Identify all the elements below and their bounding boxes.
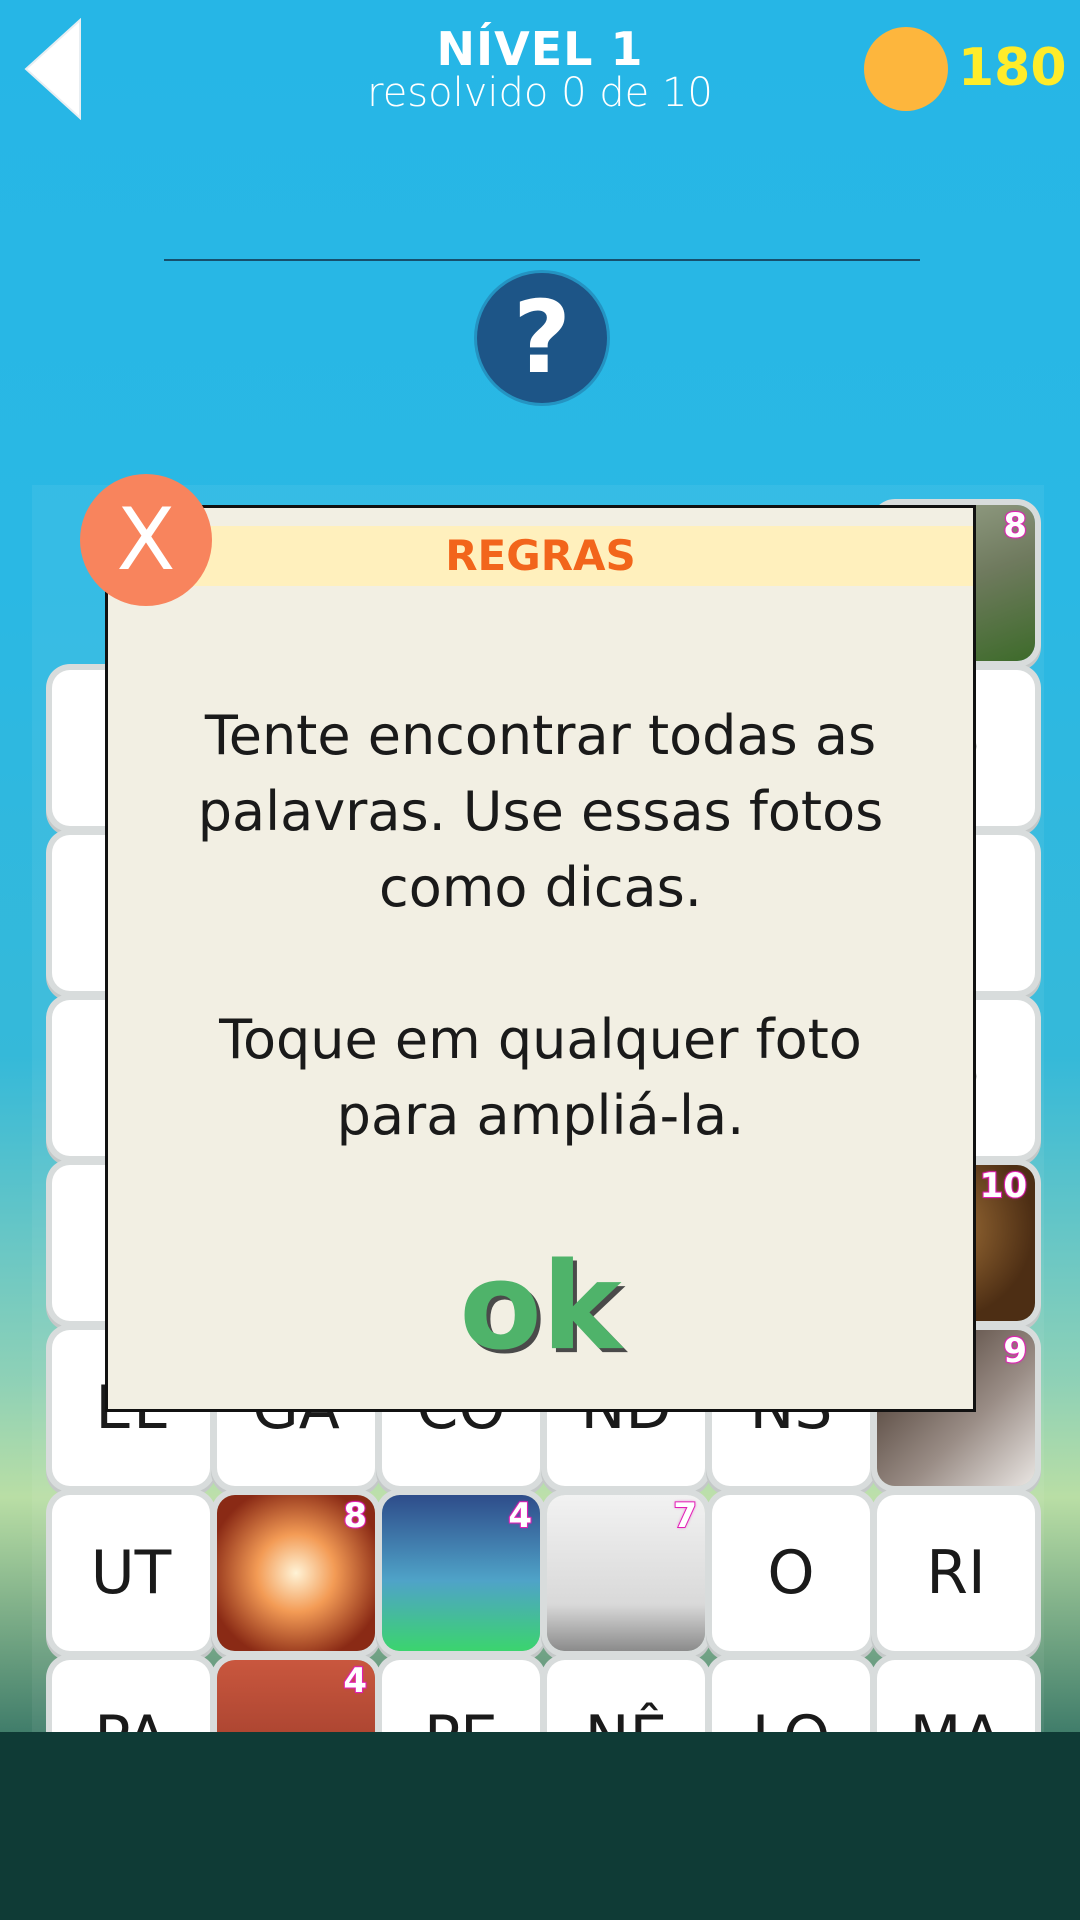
rules-dialog: REGRAS Tente encontrar todas as palavras…: [105, 505, 976, 1412]
tile-letters: MA: [910, 1703, 1003, 1732]
photo-tile-building[interactable]: 4: [217, 1660, 375, 1732]
photo-tile-atom[interactable]: 8: [217, 1495, 375, 1651]
letter-tile[interactable]: MA: [877, 1660, 1035, 1732]
tile-letters: O: [767, 1538, 815, 1608]
word-length-badge: 8: [1002, 506, 1028, 546]
letter-tile[interactable]: UT: [52, 1495, 210, 1651]
letter-tile[interactable]: PE: [382, 1660, 540, 1732]
word-length-badge: 4: [342, 1661, 368, 1701]
hint-button[interactable]: ?: [477, 273, 607, 403]
ok-button[interactable]: ok: [108, 1238, 973, 1377]
dialog-body: Tente encontrar todas as palavras. Use e…: [197, 704, 884, 1147]
tile-letters: LO: [752, 1703, 831, 1732]
tile-letters: NÊ: [585, 1703, 668, 1732]
tile-letters: PA: [94, 1703, 167, 1732]
letter-tile[interactable]: NÊ: [547, 1660, 705, 1732]
tile-letters: RI: [926, 1538, 986, 1608]
tile-letters: UT: [90, 1538, 172, 1608]
photo-tile-clock-room[interactable]: 7: [547, 1495, 705, 1651]
close-button[interactable]: X: [80, 474, 212, 606]
photo-tile-fantasy[interactable]: 4: [382, 1495, 540, 1651]
word-length-badge: 8: [342, 1496, 368, 1536]
letter-tile[interactable]: RI: [877, 1495, 1035, 1651]
word-length-badge: 9: [1002, 1331, 1028, 1371]
word-length-badge: 10: [979, 1166, 1028, 1206]
coin-count: 180: [958, 38, 1067, 98]
letter-tile[interactable]: O: [712, 1495, 870, 1651]
letter-tile[interactable]: LO: [712, 1660, 870, 1732]
word-length-badge: 7: [672, 1496, 698, 1536]
coin-icon: [864, 27, 948, 111]
tile-letters: PE: [424, 1703, 498, 1732]
dialog-title: REGRAS: [108, 526, 973, 586]
forest-ground: [0, 1732, 1080, 1920]
answer-line: [164, 259, 920, 261]
word-length-badge: 4: [507, 1496, 533, 1536]
letter-tile[interactable]: PA: [52, 1660, 210, 1732]
